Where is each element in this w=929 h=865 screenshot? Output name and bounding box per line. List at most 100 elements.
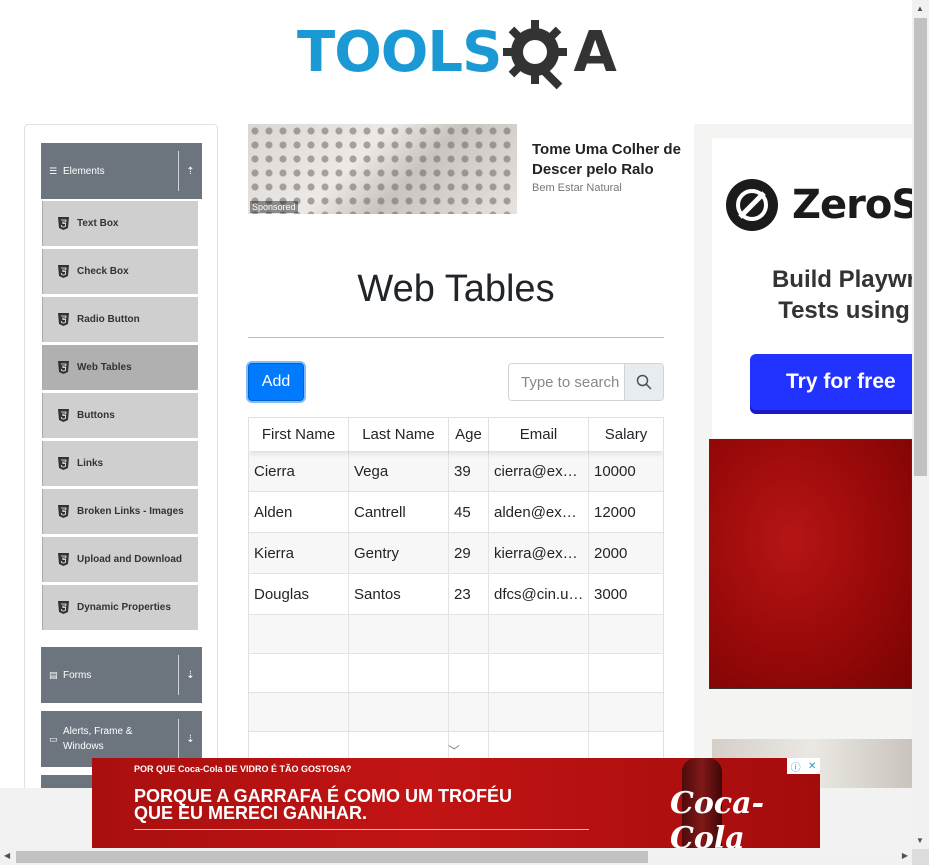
ad-headline: PORQUE A GARRAFA É COMO UM TROFÉU QUE EU… bbox=[134, 787, 604, 822]
cell-email: dfcs@cin.u… bbox=[489, 574, 589, 614]
empty-cell bbox=[449, 693, 489, 731]
sidebar-item-links[interactable]: Links bbox=[42, 441, 198, 486]
column-header-last-name[interactable]: Last Name bbox=[349, 418, 449, 451]
ad-brand: ZeroS bbox=[792, 182, 912, 228]
cell-first-name: Kierra bbox=[249, 533, 349, 573]
zerostep-logo-icon bbox=[726, 179, 778, 231]
vertical-scrollbar[interactable]: ▲ ▼ bbox=[912, 0, 929, 849]
table-row: Douglas Santos 23 dfcs@cin.u… 3000 bbox=[249, 574, 663, 615]
group-label: Elements bbox=[63, 165, 105, 177]
horizontal-scroll-thumb[interactable] bbox=[16, 851, 648, 863]
group-label: Alerts, Frame & Windows bbox=[63, 726, 133, 752]
cell-first-name: Alden bbox=[249, 492, 349, 532]
table-row-empty bbox=[249, 615, 663, 654]
cell-age: 23 bbox=[449, 574, 489, 614]
list-icon: ☰ bbox=[49, 165, 58, 176]
cell-salary: 3000 bbox=[594, 585, 628, 603]
empty-cell bbox=[249, 615, 349, 653]
vertical-scroll-thumb[interactable] bbox=[914, 18, 927, 476]
horizontal-scrollbar[interactable]: ◀ ▶ bbox=[0, 849, 912, 865]
window-icon: ▭ bbox=[49, 733, 58, 744]
add-button[interactable]: Add bbox=[248, 363, 304, 401]
empty-cell bbox=[249, 693, 349, 731]
scroll-left-icon[interactable]: ◀ bbox=[4, 851, 10, 860]
sidebar-item-check-box[interactable]: Check Box bbox=[42, 249, 198, 294]
cell-age: 45 bbox=[449, 492, 489, 532]
html5-icon bbox=[58, 553, 69, 566]
bottom-banner-ad[interactable]: POR QUE Coca-Cola DE VIDRO É TÃO GOSTOSA… bbox=[92, 758, 820, 848]
adchoices-icon[interactable]: ⓘ ✕ bbox=[787, 758, 820, 774]
empty-cell bbox=[589, 654, 663, 692]
sidebar-item-broken-links[interactable]: Broken Links - Images bbox=[42, 489, 198, 534]
cell-last-name: Vega bbox=[349, 451, 449, 491]
sidebar-item-text-box[interactable]: Text Box bbox=[42, 201, 198, 246]
toolsqa-logo[interactable]: TOOLS A bbox=[297, 14, 619, 92]
sidebar-item-label: Text Box bbox=[77, 218, 119, 229]
ad-tagline-line1: Build Playwr bbox=[771, 266, 912, 293]
html5-icon bbox=[58, 601, 69, 614]
group-forms[interactable]: ▤ Forms ⇣ bbox=[41, 647, 202, 703]
try-for-free-button[interactable]: Try for free bbox=[750, 354, 912, 410]
sidebar-item-label: Radio Button bbox=[77, 314, 140, 325]
sidebar-item-upload-download[interactable]: Upload and Download bbox=[42, 537, 198, 582]
cell-salary: 12000 bbox=[594, 503, 636, 521]
ad-brand-logo: Coca-Cola bbox=[670, 786, 765, 848]
scroll-right-icon[interactable]: ▶ bbox=[902, 851, 908, 860]
ad-red-image bbox=[709, 439, 912, 689]
logo-text: TOOLS bbox=[297, 20, 502, 85]
expand-arrow-icon: ⇣ bbox=[178, 719, 202, 759]
ad-tagline: Build Playwr Tests using bbox=[754, 264, 912, 326]
scroll-up-icon[interactable]: ▲ bbox=[916, 4, 924, 13]
close-icon[interactable]: ✕ bbox=[808, 761, 816, 772]
right-ad[interactable]: ZeroS Build Playwr Tests using Try for f… bbox=[694, 124, 912, 788]
html5-icon bbox=[58, 505, 69, 518]
html5-icon bbox=[58, 409, 69, 422]
table-row: Kierra Gentry 29 kierra@ex… 2000 bbox=[249, 533, 663, 574]
sidebar-item-radio-button[interactable]: Radio Button bbox=[42, 297, 198, 342]
cell-email: cierra@ex… bbox=[489, 451, 589, 491]
ad-image[interactable]: Sponsored bbox=[248, 124, 517, 214]
cell-email: kierra@ex… bbox=[489, 533, 589, 573]
html5-icon bbox=[58, 265, 69, 278]
info-icon[interactable]: ⓘ bbox=[791, 759, 801, 774]
empty-cell bbox=[489, 693, 589, 731]
column-header-age[interactable]: Age bbox=[449, 418, 489, 451]
cell-age: 39 bbox=[449, 451, 489, 491]
table-row: Alden Cantrell 45 alden@ex… 12000 bbox=[249, 492, 663, 533]
cell-first-name: Douglas bbox=[249, 574, 349, 614]
column-header-salary[interactable]: Salary bbox=[589, 418, 663, 451]
form-icon: ▤ bbox=[49, 669, 58, 680]
ad-title[interactable]: Tome Uma Colher de Descer pelo Ralo bbox=[532, 140, 697, 180]
group-elements[interactable]: ☰ Elements ⇡ bbox=[41, 143, 202, 199]
page-title: Web Tables bbox=[357, 268, 555, 310]
empty-cell bbox=[489, 654, 589, 692]
search-button[interactable] bbox=[624, 364, 663, 400]
empty-cell bbox=[349, 693, 449, 731]
logo-a: A bbox=[573, 20, 617, 85]
search-input[interactable] bbox=[509, 364, 624, 400]
ad-source[interactable]: Bem Estar Natural bbox=[532, 182, 622, 194]
search-icon bbox=[636, 374, 652, 390]
ad-divider bbox=[134, 828, 589, 830]
empty-cell bbox=[489, 615, 589, 653]
sidebar-item-buttons[interactable]: Buttons bbox=[42, 393, 198, 438]
sidebar-item-dynamic-properties[interactable]: Dynamic Properties bbox=[42, 585, 198, 630]
html5-icon bbox=[58, 217, 69, 230]
sidebar-item-web-tables[interactable]: Web Tables bbox=[42, 345, 198, 390]
chevron-down-icon[interactable]: ﹀ bbox=[448, 742, 460, 759]
sidebar-item-label: Dynamic Properties bbox=[77, 602, 171, 613]
column-header-first-name[interactable]: First Name bbox=[249, 418, 349, 451]
empty-cell bbox=[589, 615, 663, 653]
sidebar-item-label: Web Tables bbox=[77, 362, 132, 373]
empty-cell bbox=[449, 654, 489, 692]
table-header: First Name Last Name Age Email Salary bbox=[249, 418, 663, 451]
column-header-email[interactable]: Email bbox=[489, 418, 589, 451]
empty-cell bbox=[589, 693, 663, 731]
sidebar-item-label: Buttons bbox=[77, 410, 115, 421]
empty-cell bbox=[249, 654, 349, 692]
html5-icon bbox=[58, 361, 69, 374]
scroll-down-icon[interactable]: ▼ bbox=[916, 836, 924, 845]
empty-cell bbox=[449, 615, 489, 653]
cell-last-name: Gentry bbox=[349, 533, 449, 573]
ad-kicker: POR QUE Coca-Cola DE VIDRO É TÃO GOSTOSA… bbox=[134, 764, 352, 774]
